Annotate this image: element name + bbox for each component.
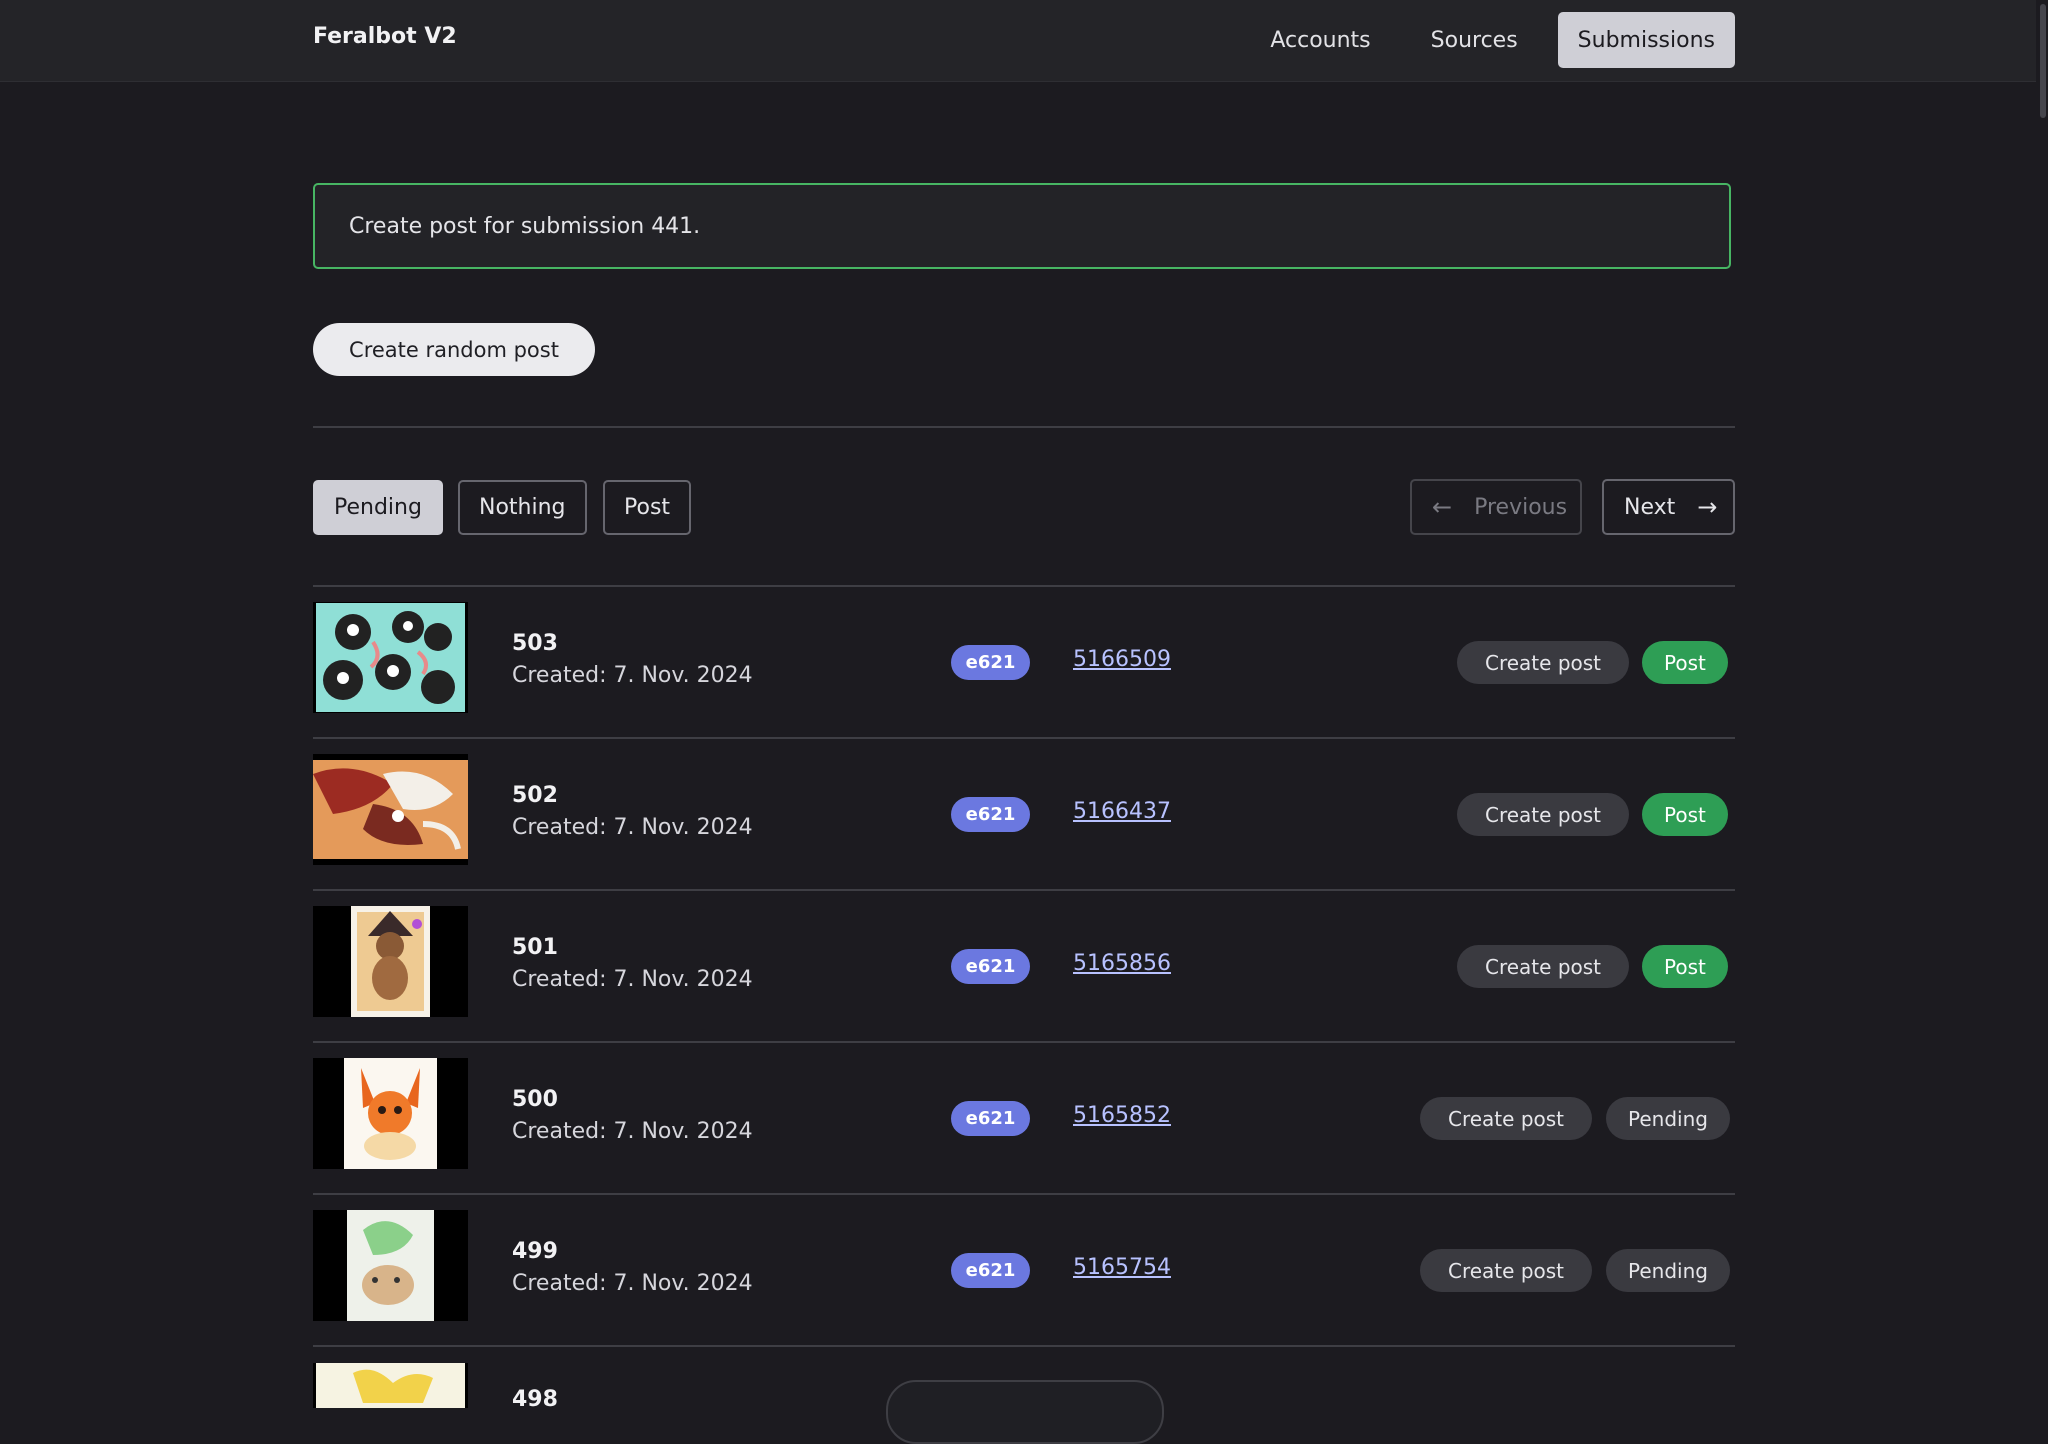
nav-accounts[interactable]: Accounts (1250, 12, 1390, 68)
submission-thumbnail[interactable] (313, 1210, 468, 1321)
status-badge[interactable]: Post (1642, 641, 1728, 684)
thumbnail-image (313, 760, 468, 859)
site-badge: e621 (951, 1101, 1030, 1136)
nav-sources[interactable]: Sources (1411, 12, 1538, 68)
status-badge[interactable]: Post (1642, 945, 1728, 988)
create-post-button[interactable]: Create post (1457, 945, 1630, 988)
site-badge: e621 (951, 1253, 1030, 1288)
thumbnail-image (316, 1363, 465, 1408)
filter-pending-button[interactable]: Pending (313, 480, 443, 535)
status-badge[interactable]: Pending (1606, 1097, 1730, 1140)
status-badge[interactable]: Post (1642, 793, 1728, 836)
site-badge: e621 (951, 949, 1030, 984)
thumbnail-image (344, 1058, 437, 1169)
floating-toolbar[interactable] (886, 1380, 1164, 1444)
table-row: 499 Created: 7. Nov. 2024 e621 5165754 C… (313, 1193, 1735, 1345)
submission-id: 502 (512, 783, 558, 808)
submission-id: 500 (512, 1087, 558, 1112)
filter-post-button[interactable]: Post (603, 480, 692, 535)
submission-id: 499 (512, 1239, 558, 1264)
submission-date: Created: 7. Nov. 2024 (512, 815, 753, 840)
submission-thumbnail[interactable] (313, 754, 468, 865)
previous-label: Previous (1474, 494, 1568, 520)
submission-date: Created: 7. Nov. 2024 (512, 1271, 753, 1296)
create-post-button[interactable]: Create post (1457, 641, 1630, 684)
source-link[interactable]: 5165852 (1073, 1103, 1171, 1128)
submission-thumbnail[interactable] (313, 602, 468, 713)
app-title[interactable]: Feralbot V2 (313, 24, 457, 49)
submission-thumbnail[interactable] (313, 1363, 468, 1408)
submission-thumbnail[interactable] (313, 906, 468, 1017)
submission-date: Created: 7. Nov. 2024 (512, 1119, 753, 1144)
site-badge: e621 (951, 797, 1030, 832)
submission-id: 503 (512, 631, 558, 656)
section-divider (313, 426, 1735, 428)
filter-nothing-button[interactable]: Nothing (458, 480, 587, 535)
scrollbar-thumb[interactable] (2040, 4, 2046, 118)
table-row: 501 Created: 7. Nov. 2024 e621 5165856 C… (313, 889, 1735, 1041)
table-row: 500 Created: 7. Nov. 2024 e621 5165852 C… (313, 1041, 1735, 1193)
table-row: 502 Created: 7. Nov. 2024 e621 5166437 C… (313, 737, 1735, 889)
submission-date: Created: 7. Nov. 2024 (512, 967, 753, 992)
table-row: 503 Created: 7. Nov. 2024 e621 5166509 C… (313, 585, 1735, 737)
create-post-button[interactable]: Create post (1457, 793, 1630, 836)
create-random-post-button[interactable]: Create random post (313, 323, 595, 376)
thumbnail-image (351, 906, 430, 1017)
site-badge: e621 (951, 645, 1030, 680)
thumbnail-image (347, 1210, 434, 1321)
submission-date: Created: 7. Nov. 2024 (512, 663, 753, 688)
submission-thumbnail[interactable] (313, 1058, 468, 1169)
next-page-button[interactable]: Next → (1602, 479, 1735, 535)
previous-page-button[interactable]: ← Previous (1410, 479, 1582, 535)
thumbnail-image (316, 603, 465, 712)
source-link[interactable]: 5165856 (1073, 951, 1171, 976)
status-badge[interactable]: Pending (1606, 1249, 1730, 1292)
submission-id: 501 (512, 935, 558, 960)
main-nav: Accounts Sources Submissions (1250, 12, 1735, 68)
source-link[interactable]: 5166509 (1073, 647, 1171, 672)
arrow-right-icon: → (1697, 493, 1718, 521)
submission-id: 498 (512, 1387, 558, 1408)
page-scrollbar[interactable] (2036, 0, 2048, 1408)
source-link[interactable]: 5166437 (1073, 799, 1171, 824)
success-notice: Create post for submission 441. (313, 183, 1731, 269)
next-label: Next (1624, 494, 1676, 520)
source-link[interactable]: 5165754 (1073, 1255, 1171, 1280)
create-post-button[interactable]: Create post (1420, 1097, 1593, 1140)
create-post-button[interactable]: Create post (1420, 1249, 1593, 1292)
top-navbar: Feralbot V2 Accounts Sources Submissions (0, 0, 2048, 82)
arrow-left-icon: ← (1432, 493, 1453, 521)
nav-submissions[interactable]: Submissions (1557, 12, 1735, 68)
